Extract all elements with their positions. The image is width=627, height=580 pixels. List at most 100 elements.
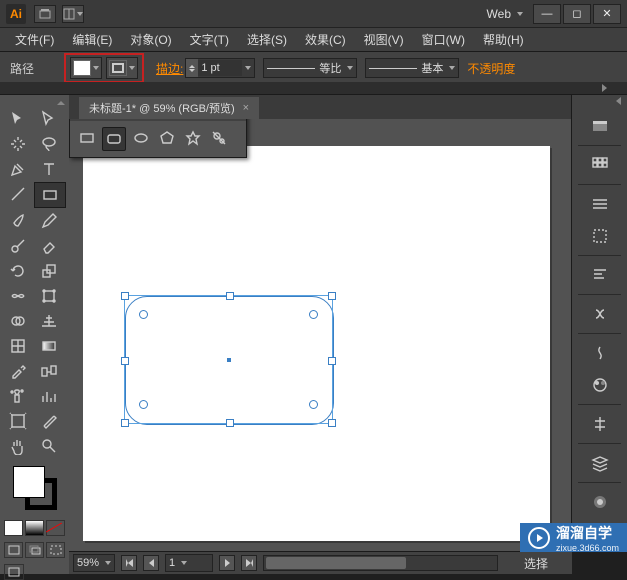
eyedropper-tool[interactable] (3, 359, 33, 383)
artboard-tool[interactable] (3, 409, 33, 433)
draw-normal-button[interactable] (4, 542, 23, 558)
shape-rounded-rect-tool[interactable] (102, 127, 126, 151)
shape-star-tool[interactable] (182, 127, 204, 149)
fill-swatch-button[interactable] (70, 57, 102, 79)
bridge-button[interactable] (34, 5, 56, 23)
fill-color-icon[interactable] (13, 466, 45, 498)
color-panel-icon[interactable] (585, 113, 615, 139)
handle-tr-icon[interactable] (328, 292, 336, 300)
minimize-button[interactable]: — (533, 4, 561, 24)
menu-view[interactable]: 视图(V) (355, 31, 413, 48)
stroke-label[interactable]: 描边: (156, 60, 183, 77)
stroke-panel-icon[interactable] (585, 191, 615, 217)
menu-effect[interactable]: 效果(C) (296, 31, 355, 48)
handle-br-icon[interactable] (328, 419, 336, 427)
pencil-tool[interactable] (34, 209, 64, 233)
menu-edit[interactable]: 编辑(E) (63, 31, 121, 48)
prev-artboard-button[interactable] (143, 555, 159, 571)
last-artboard-button[interactable] (241, 555, 257, 571)
symbol-sprayer-tool[interactable] (3, 384, 33, 408)
canvas[interactable]: × (69, 119, 572, 552)
document-tab[interactable]: 未标题-1* @ 59% (RGB/预览) × (79, 97, 259, 119)
close-tab-icon[interactable]: × (243, 102, 249, 114)
maximize-button[interactable]: ◻ (563, 4, 591, 24)
handle-tl-icon[interactable] (121, 292, 129, 300)
horizontal-scrollbar[interactable] (263, 555, 498, 571)
corner-widget-icon[interactable] (309, 400, 318, 409)
mesh-tool[interactable] (3, 334, 33, 358)
direct-selection-tool[interactable] (34, 107, 64, 131)
opacity-label[interactable]: 不透明度 (467, 60, 515, 77)
stroke-weight-spinner[interactable] (185, 58, 255, 78)
appearance-panel-icon[interactable] (585, 489, 615, 515)
panel-close-icon[interactable]: × (236, 119, 242, 120)
layers-panel-icon[interactable] (585, 450, 615, 476)
free-transform-tool[interactable] (34, 284, 64, 308)
width-tool[interactable] (3, 284, 33, 308)
menu-object[interactable]: 对象(O) (121, 31, 180, 48)
menu-type[interactable]: 文字(T) (181, 31, 238, 48)
workspace-label[interactable]: Web (487, 7, 511, 21)
line-tool[interactable] (3, 182, 33, 206)
shape-flare-tool[interactable] (208, 127, 230, 149)
close-button[interactable]: ✕ (593, 4, 621, 24)
perspective-grid-tool[interactable] (34, 309, 64, 333)
gradient-mode-button[interactable] (25, 520, 44, 536)
shape-ellipse-tool[interactable] (130, 127, 152, 149)
artboard-combo[interactable]: 1 (165, 554, 213, 572)
color-mode-button[interactable] (4, 520, 23, 536)
handle-bl-icon[interactable] (121, 419, 129, 427)
brushes-panel-icon[interactable] (585, 340, 615, 366)
swatches-panel-icon[interactable] (585, 152, 615, 178)
profile-combo[interactable]: 等比 (263, 58, 357, 78)
rotate-tool[interactable] (3, 259, 33, 283)
handle-t-icon[interactable] (226, 292, 234, 300)
menu-window[interactable]: 窗口(W) (413, 31, 474, 48)
selected-shape[interactable] (125, 296, 332, 423)
transform-panel-icon[interactable] (585, 223, 615, 249)
magic-wand-tool[interactable] (3, 132, 33, 156)
shape-polygon-tool[interactable] (156, 127, 178, 149)
stroke-weight-input[interactable] (198, 60, 242, 76)
menu-select[interactable]: 选择(S) (238, 31, 296, 48)
menu-help[interactable]: 帮助(H) (474, 31, 533, 48)
handle-b-icon[interactable] (226, 419, 234, 427)
paintbrush-tool[interactable] (3, 209, 33, 233)
column-graph-tool[interactable] (34, 384, 64, 408)
symbols-panel-icon[interactable] (585, 301, 615, 327)
type-tool[interactable] (34, 157, 64, 181)
zoom-tool[interactable] (34, 434, 64, 458)
eraser-tool[interactable] (34, 234, 64, 258)
corner-widget-icon[interactable] (309, 310, 318, 319)
rectangle-tool[interactable] (34, 182, 66, 208)
dock-collapse-strip[interactable] (0, 82, 627, 95)
dock-expand-icon[interactable] (616, 97, 621, 105)
scale-tool[interactable] (34, 259, 64, 283)
shape-rect-tool[interactable] (76, 127, 98, 149)
brush-combo[interactable]: 基本 (365, 58, 459, 78)
hand-tool[interactable] (3, 434, 33, 458)
arrange-docs-button[interactable] (62, 5, 84, 23)
corner-widget-icon[interactable] (139, 310, 148, 319)
zoom-combo[interactable]: 59% (73, 554, 115, 572)
gradient-tool[interactable] (34, 334, 64, 358)
css-panel-icon[interactable] (585, 262, 615, 288)
pen-tool[interactable] (3, 157, 33, 181)
corner-widget-icon[interactable] (139, 400, 148, 409)
screen-mode-button[interactable] (4, 564, 24, 580)
slice-tool[interactable] (34, 409, 64, 433)
blob-brush-tool[interactable] (3, 234, 33, 258)
first-artboard-button[interactable] (121, 555, 137, 571)
blend-tool[interactable] (34, 359, 64, 383)
lasso-tool[interactable] (34, 132, 64, 156)
color-guide-panel-icon[interactable] (585, 372, 615, 398)
selection-tool[interactable] (3, 107, 33, 131)
draw-inside-button[interactable] (46, 542, 65, 558)
handle-r-icon[interactable] (328, 357, 336, 365)
shape-builder-tool[interactable] (3, 309, 33, 333)
next-artboard-button[interactable] (219, 555, 235, 571)
align-panel-icon[interactable] (585, 411, 615, 437)
stroke-swatch-button[interactable] (106, 57, 138, 79)
draw-behind-button[interactable] (25, 542, 44, 558)
fill-stroke-control[interactable] (0, 466, 69, 510)
